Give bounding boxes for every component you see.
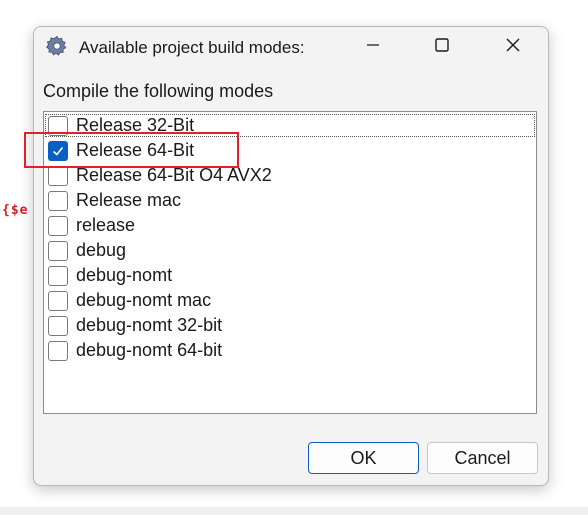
title-bar[interactable]: Available project build modes:	[34, 27, 548, 67]
list-item-label: debug-nomt 32-bit	[76, 315, 223, 335]
cancel-button[interactable]: Cancel	[427, 442, 538, 474]
list-item-debug-nomt-32-bit[interactable]: debug-nomt 32-bit	[44, 314, 536, 339]
checkbox[interactable]	[48, 241, 68, 261]
list-item-label: Release 64-Bit O4 AVX2	[76, 165, 272, 185]
gear-icon	[46, 35, 68, 57]
list-item-label: Release mac	[76, 190, 182, 210]
background-code-snippet: {$e	[2, 203, 29, 218]
list-item-release-mac[interactable]: Release mac	[44, 189, 536, 214]
close-icon	[505, 37, 521, 58]
ok-button[interactable]: OK	[308, 442, 419, 474]
maximize-button[interactable]	[419, 27, 465, 67]
checkbox[interactable]	[48, 341, 68, 361]
checkbox[interactable]	[48, 166, 68, 186]
list-item-release[interactable]: release	[44, 214, 536, 239]
minimize-icon	[366, 38, 380, 57]
checkbox[interactable]	[48, 266, 68, 286]
checkbox[interactable]	[48, 216, 68, 236]
list-item-debug[interactable]: debug	[44, 239, 536, 264]
list-item-label: release	[76, 215, 136, 235]
dialog-title: Available project build modes:	[79, 38, 305, 57]
checkbox[interactable]	[48, 191, 68, 211]
checkbox[interactable]	[48, 316, 68, 336]
annotation-highlight-box	[24, 132, 239, 168]
list-item-debug-nomt-64-bit[interactable]: debug-nomt 64-bit	[44, 339, 536, 364]
minimize-button[interactable]	[350, 27, 396, 67]
list-item-label: debug	[76, 240, 127, 260]
build-modes-dialog: Available project build modes: Compile t…	[33, 26, 549, 486]
background-strip	[0, 507, 588, 515]
close-button[interactable]	[490, 27, 536, 67]
list-item-label: debug-nomt 64-bit	[76, 340, 223, 360]
list-item-debug-nomt[interactable]: debug-nomt	[44, 264, 536, 289]
modes-heading: Compile the following modes	[43, 81, 274, 101]
list-item-label: debug-nomt mac	[76, 290, 212, 310]
list-item-label: debug-nomt	[76, 265, 173, 285]
checkbox[interactable]	[48, 291, 68, 311]
list-item-debug-nomt-mac[interactable]: debug-nomt mac	[44, 289, 536, 314]
maximize-icon	[435, 37, 449, 57]
